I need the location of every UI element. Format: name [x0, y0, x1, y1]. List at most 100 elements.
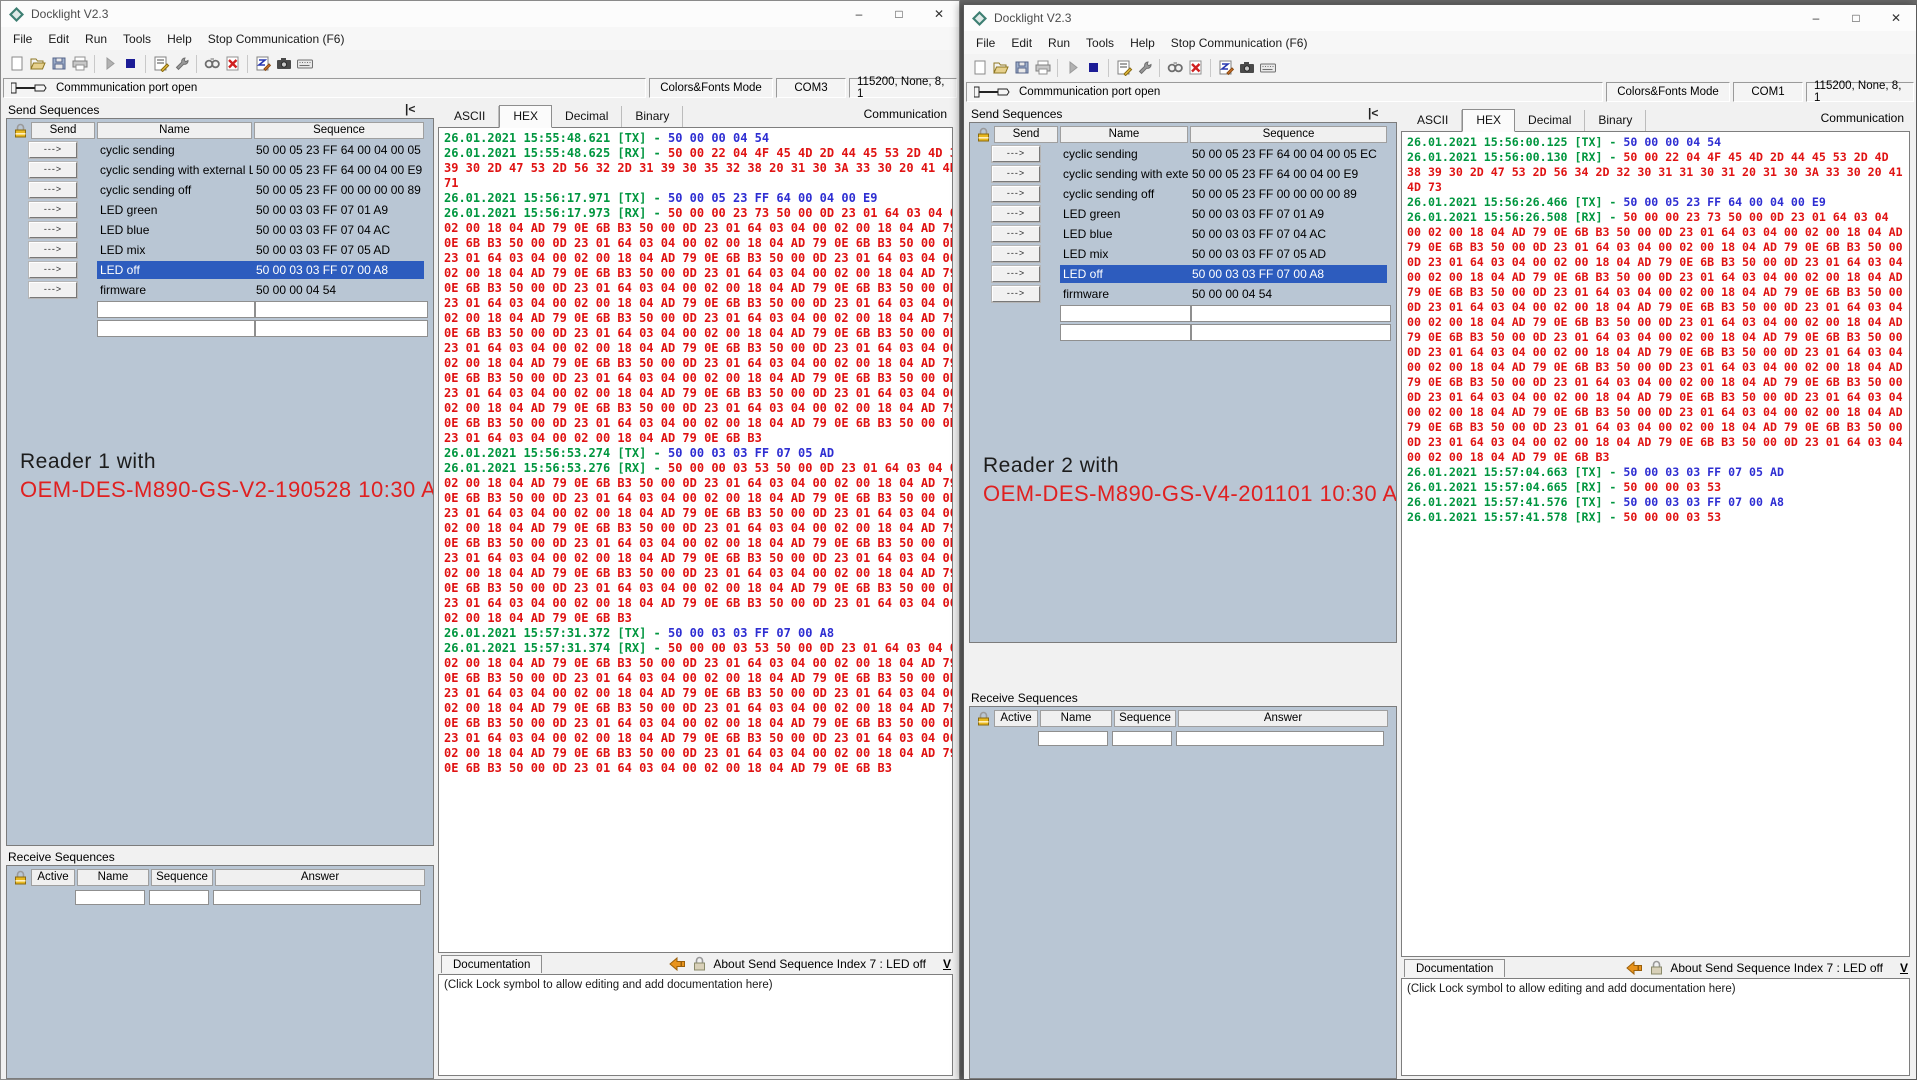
options-wrench-icon[interactable]	[1134, 58, 1155, 78]
send-button[interactable]: --->	[992, 166, 1040, 182]
sequence-bytes[interactable]: 50 00 03 03 FF 07 00 A8	[1189, 265, 1387, 283]
menu-item-help[interactable]: Help	[159, 32, 200, 46]
column-header-answer[interactable]: Answer	[215, 869, 425, 886]
tab-documentation[interactable]: Documentation	[441, 955, 542, 973]
send-button[interactable]: --->	[992, 206, 1040, 222]
sequence-bytes[interactable]: 50 00 03 03 FF 07 04 AC	[253, 221, 424, 239]
sequence-name[interactable]: LED blue	[97, 221, 253, 239]
title-bar[interactable]: Docklight V2.3 – □ ✕	[964, 5, 1916, 32]
column-header-name[interactable]: Name	[1040, 710, 1112, 727]
empty-name-cell[interactable]	[75, 890, 145, 905]
sequence-bytes[interactable]: 50 00 05 23 FF 00 00 00 00 89	[1189, 185, 1387, 203]
column-header-send[interactable]: Send	[994, 126, 1058, 143]
status-port-params[interactable]: 115200, None, 8, 1	[849, 78, 957, 98]
stop-icon[interactable]	[120, 54, 141, 74]
column-header-name[interactable]: Name	[77, 869, 149, 886]
empty-sequence-cell[interactable]	[255, 301, 428, 318]
back-arrow-icon[interactable]	[1626, 961, 1643, 975]
empty-name-cell[interactable]	[1060, 305, 1191, 322]
column-header-sequence[interactable]: Sequence	[1114, 710, 1176, 727]
print-icon[interactable]	[1032, 58, 1053, 78]
send-button[interactable]: --->	[29, 242, 77, 258]
send-button[interactable]: --->	[992, 186, 1040, 202]
empty-name-cell[interactable]	[1060, 324, 1191, 341]
edit-notes-icon[interactable]	[1215, 58, 1236, 78]
column-header-sequence[interactable]: Sequence	[1190, 126, 1387, 143]
keyboard-icon[interactable]	[1257, 58, 1278, 78]
sequence-bytes[interactable]: 50 00 00 04 54	[1189, 285, 1387, 303]
sequence-name[interactable]: LED off	[1060, 265, 1189, 283]
sequence-bytes[interactable]: 50 00 03 03 FF 07 04 AC	[1189, 225, 1387, 243]
menu-item-tools[interactable]: Tools	[115, 32, 159, 46]
send-button[interactable]: --->	[29, 222, 77, 238]
run-icon[interactable]	[1062, 58, 1083, 78]
tab-hex[interactable]: HEX	[1462, 109, 1515, 132]
sequence-bytes[interactable]: 50 00 03 03 FF 07 01 A9	[253, 201, 424, 219]
communication-log[interactable]: 26.01.2021 15:55:48.621 [TX] - 50 00 00 …	[438, 127, 953, 953]
send-button[interactable]: --->	[29, 282, 77, 298]
menu-item-run[interactable]: Run	[77, 32, 115, 46]
lock-icon[interactable]	[693, 956, 706, 971]
sequence-name[interactable]: LED blue	[1060, 225, 1189, 243]
snapshot-icon[interactable]	[1236, 58, 1257, 78]
status-port-params[interactable]: 115200, None, 8, 1	[1806, 82, 1914, 102]
sequence-name[interactable]: LED off	[97, 261, 253, 279]
communication-log[interactable]: 26.01.2021 15:56:00.125 [TX] - 50 00 00 …	[1401, 131, 1910, 957]
sequence-bytes[interactable]: 50 00 05 23 FF 64 00 04 00 E9	[1189, 165, 1387, 183]
empty-name-cell[interactable]	[1038, 731, 1108, 746]
sequence-name[interactable]: cyclic sending with external L...	[1060, 165, 1189, 183]
sequence-name[interactable]: cyclic sending	[1060, 145, 1189, 163]
close-button[interactable]: ✕	[1876, 5, 1916, 31]
empty-answer-cell[interactable]	[1176, 731, 1384, 746]
column-header-name[interactable]: Name	[97, 122, 252, 139]
run-icon[interactable]	[99, 54, 120, 74]
tab-binary[interactable]: Binary	[622, 106, 683, 127]
tab-documentation[interactable]: Documentation	[1404, 959, 1505, 977]
tab-ascii[interactable]: ASCII	[441, 106, 499, 127]
column-header-sequence[interactable]: Sequence	[254, 122, 424, 139]
title-bar[interactable]: Docklight V2.3 – □ ✕	[1, 1, 959, 28]
collapse-panel-button[interactable]: |<	[1368, 106, 1378, 120]
sequence-bytes[interactable]: 50 00 03 03 FF 07 05 AD	[253, 241, 424, 259]
menu-item-stop-communication-f6-[interactable]: Stop Communication (F6)	[1163, 36, 1316, 50]
tab-decimal[interactable]: Decimal	[552, 106, 622, 127]
sequence-name[interactable]: cyclic sending with external LED	[97, 161, 253, 179]
edit-notes-icon[interactable]	[252, 54, 273, 74]
save-icon[interactable]	[1011, 58, 1032, 78]
send-button[interactable]: --->	[29, 202, 77, 218]
options-wrench-icon[interactable]	[171, 54, 192, 74]
lock-icon[interactable]	[9, 123, 31, 138]
lock-icon[interactable]	[972, 127, 994, 142]
send-button[interactable]: --->	[992, 266, 1040, 282]
keyboard-icon[interactable]	[294, 54, 315, 74]
sequence-name[interactable]: LED green	[97, 201, 253, 219]
sequence-bytes[interactable]: 50 00 05 23 FF 64 00 04 00 05 EC	[253, 141, 424, 159]
sequence-bytes[interactable]: 50 00 03 03 FF 07 00 A8	[253, 261, 424, 279]
menu-item-edit[interactable]: Edit	[1003, 36, 1040, 50]
stop-icon[interactable]	[1083, 58, 1104, 78]
menu-item-file[interactable]: File	[5, 32, 40, 46]
documentation-area[interactable]: (Click Lock symbol to allow editing and …	[1401, 978, 1910, 1076]
menu-item-tools[interactable]: Tools	[1078, 36, 1122, 50]
send-button[interactable]: --->	[992, 146, 1040, 162]
empty-sequence-cell[interactable]	[149, 890, 209, 905]
empty-name-cell[interactable]	[97, 320, 255, 337]
status-mode[interactable]: Colors&Fonts Mode	[1606, 82, 1730, 102]
sequence-name[interactable]: LED mix	[97, 241, 253, 259]
send-button[interactable]: --->	[992, 286, 1040, 302]
project-settings-icon[interactable]	[1113, 58, 1134, 78]
sequence-name[interactable]: firmware	[1060, 285, 1189, 303]
collapse-documentation-button[interactable]: V	[943, 957, 951, 971]
sequence-name[interactable]: firmware	[97, 281, 253, 299]
send-button[interactable]: --->	[992, 226, 1040, 242]
menu-item-edit[interactable]: Edit	[40, 32, 77, 46]
sequence-bytes[interactable]: 50 00 05 23 FF 64 00 04 00 E9	[253, 161, 424, 179]
status-mode[interactable]: Colors&Fonts Mode	[649, 78, 773, 98]
new-icon[interactable]	[6, 54, 27, 74]
new-icon[interactable]	[969, 58, 990, 78]
sequence-name[interactable]: LED mix	[1060, 245, 1189, 263]
column-header-send[interactable]: Send	[31, 122, 95, 139]
minimize-button[interactable]: –	[1796, 5, 1836, 31]
sequence-name[interactable]: cyclic sending off	[1060, 185, 1189, 203]
minimize-button[interactable]: –	[839, 1, 879, 27]
